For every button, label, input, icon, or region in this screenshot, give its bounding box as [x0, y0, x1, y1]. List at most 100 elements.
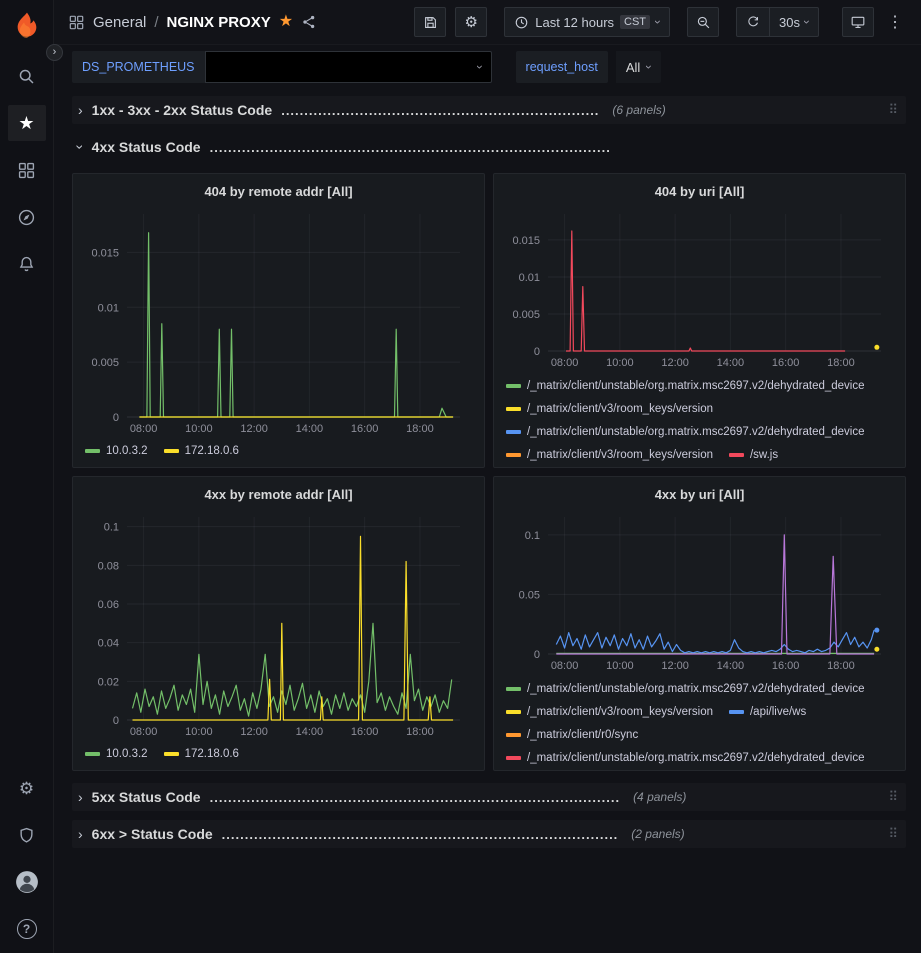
row-drag-handle-icon[interactable]: ⠿	[888, 102, 898, 118]
legend-item[interactable]: /sw.js	[729, 449, 778, 461]
row-header-5xx[interactable]: › 5xx Status Code ......................…	[72, 783, 906, 811]
refresh-button[interactable]	[737, 8, 769, 36]
dashboards-grid-icon	[17, 161, 36, 180]
legend-series-marker	[85, 752, 100, 756]
save-dashboard-button[interactable]	[414, 7, 446, 37]
share-icon	[301, 14, 317, 30]
legend-item[interactable]: /_matrix/client/unstable/org.matrix.msc2…	[506, 752, 865, 764]
legend-item[interactable]: /_matrix/client/r0/sync	[506, 729, 638, 741]
row-header-1xx-3xx-2xx[interactable]: › 1xx - 3xx - 2xx Status Code ..........…	[72, 96, 906, 124]
legend-series-marker	[164, 752, 179, 756]
svg-text:0.02: 0.02	[98, 676, 119, 688]
legend-item[interactable]: 172.18.0.6	[164, 748, 239, 760]
panel-title[interactable]: 4xx by uri [All]	[502, 483, 897, 507]
svg-text:16:00: 16:00	[351, 423, 379, 435]
time-range-picker[interactable]: Last 12 hours CST ›	[504, 7, 670, 37]
legend-item[interactable]: /_matrix/client/v3/room_keys/version	[506, 449, 713, 461]
dashboard-toolbar: General / NGINX PROXY ★	[54, 0, 921, 45]
svg-text:0.01: 0.01	[519, 272, 540, 284]
request-host-variable-select[interactable]: All ›	[616, 51, 661, 83]
chart-legend: 10.0.3.2 172.18.0.6	[81, 740, 476, 764]
panel-title[interactable]: 404 by remote addr [All]	[81, 180, 476, 204]
breadcrumb-section[interactable]: General	[93, 14, 146, 31]
chart-legend[interactable]: /_matrix/client/unstable/org.matrix.msc2…	[502, 371, 897, 461]
clock-icon	[514, 15, 529, 30]
legend-series-marker	[506, 407, 521, 411]
timeseries-chart[interactable]: 00.050.108:0010:0012:0014:0016:0018:00	[502, 507, 897, 674]
refresh-interval-select[interactable]: 30s ›	[769, 8, 818, 36]
legend-item[interactable]: 10.0.3.2	[85, 748, 148, 760]
sidebar-item-starred[interactable]: ★	[8, 105, 46, 141]
svg-text:0.01: 0.01	[98, 302, 119, 314]
sidebar-expand-button[interactable]: ›	[46, 44, 63, 61]
sidebar-item-search[interactable]	[8, 58, 46, 94]
favorite-star-button[interactable]: ★	[279, 14, 293, 30]
datasource-variable-select[interactable]: ›	[205, 51, 492, 83]
row-title: 1xx - 3xx - 2xx Status Code	[92, 102, 273, 118]
svg-text:12:00: 12:00	[661, 660, 689, 672]
legend-series-marker	[729, 453, 744, 457]
svg-text:0.08: 0.08	[98, 560, 119, 572]
search-icon	[17, 67, 36, 86]
legend-series-label: /api/live/ws	[750, 706, 806, 718]
timeseries-chart[interactable]: 00.020.040.060.080.108:0010:0012:0014:00…	[81, 507, 476, 740]
more-options-button[interactable]: ⋮	[883, 12, 907, 32]
chart-legend[interactable]: /_matrix/client/unstable/org.matrix.msc2…	[502, 674, 897, 764]
gear-icon: ⚙	[465, 15, 478, 30]
panel-404-by-uri: 404 by uri [All] 00.0050.010.01508:0010:…	[493, 173, 906, 468]
sidebar-item-explore[interactable]	[8, 199, 46, 235]
svg-text:0.015: 0.015	[91, 247, 119, 259]
panel-title[interactable]: 404 by uri [All]	[502, 180, 897, 204]
grafana-flame-icon	[11, 10, 43, 42]
sidebar-item-help[interactable]: ?	[8, 911, 46, 947]
row-drag-handle-icon[interactable]: ⠿	[888, 826, 898, 842]
chevron-right-icon: ›	[78, 827, 83, 841]
svg-text:10:00: 10:00	[606, 660, 634, 672]
timezone-badge: CST	[620, 15, 650, 29]
row-title: 4xx Status Code	[92, 139, 201, 155]
svg-text:0.1: 0.1	[104, 522, 119, 534]
timeseries-chart[interactable]: 00.0050.010.01508:0010:0012:0014:0016:00…	[81, 204, 476, 437]
legend-item[interactable]: 172.18.0.6	[164, 445, 239, 457]
row-header-4xx[interactable]: › 4xx Status Code ......................…	[72, 133, 906, 161]
legend-item[interactable]: 10.0.3.2	[85, 445, 148, 457]
svg-text:12:00: 12:00	[661, 357, 689, 369]
monitor-icon	[850, 14, 866, 30]
sidebar-item-configuration[interactable]: ⚙	[8, 770, 46, 806]
legend-row: 10.0.3.2 172.18.0.6	[85, 743, 472, 765]
legend-item[interactable]: /_matrix/client/unstable/org.matrix.msc2…	[506, 426, 865, 438]
zoom-out-button[interactable]	[687, 7, 719, 37]
timeseries-chart[interactable]: 00.0050.010.01508:0010:0012:0014:0016:00…	[502, 204, 897, 371]
legend-row: /_matrix/client/v3/room_keys/version/sw.…	[506, 443, 893, 461]
svg-text:0: 0	[113, 412, 119, 424]
dashboard-title: NGINX PROXY	[167, 14, 271, 31]
svg-text:10:00: 10:00	[185, 423, 213, 435]
row-header-6xx[interactable]: › 6xx > Status Code ....................…	[72, 820, 906, 848]
sidebar-item-server-admin[interactable]	[8, 817, 46, 853]
svg-text:10:00: 10:00	[185, 726, 213, 738]
row-drag-handle-icon[interactable]: ⠿	[888, 789, 898, 805]
sidebar-bottom-nav: ⚙ ?	[8, 770, 46, 947]
sidebar-item-alerting[interactable]	[8, 246, 46, 282]
svg-text:14:00: 14:00	[296, 726, 324, 738]
legend-series-label: 10.0.3.2	[106, 748, 148, 760]
legend-item[interactable]: /api/live/ws	[729, 706, 806, 718]
row-panel-count: (2 panels)	[631, 827, 684, 841]
legend-item[interactable]: /_matrix/client/v3/room_keys/version	[506, 403, 713, 415]
tv-mode-button[interactable]	[842, 7, 874, 37]
share-button[interactable]	[301, 14, 317, 30]
sidebar-item-profile[interactable]	[8, 864, 46, 900]
sidebar-item-dashboards[interactable]	[8, 152, 46, 188]
chevron-down-icon: ›	[73, 145, 87, 150]
dashboard-settings-button[interactable]: ⚙	[455, 7, 487, 37]
legend-item[interactable]: /_matrix/client/v3/room_keys/version	[506, 706, 713, 718]
sidebar-nav: ★	[8, 58, 46, 282]
grafana-logo[interactable]	[11, 10, 43, 42]
panel-title[interactable]: 4xx by remote addr [All]	[81, 483, 476, 507]
legend-item[interactable]: /_matrix/client/unstable/org.matrix.msc2…	[506, 683, 865, 695]
legend-item[interactable]: /_matrix/client/unstable/org.matrix.msc2…	[506, 380, 865, 392]
legend-row: /_matrix/client/unstable/org.matrix.msc2…	[506, 677, 893, 700]
chart-legend: 10.0.3.2 172.18.0.6	[81, 437, 476, 461]
row-title-dots: ........................................…	[210, 790, 620, 805]
row-panel-count: (6 panels)	[612, 103, 665, 117]
